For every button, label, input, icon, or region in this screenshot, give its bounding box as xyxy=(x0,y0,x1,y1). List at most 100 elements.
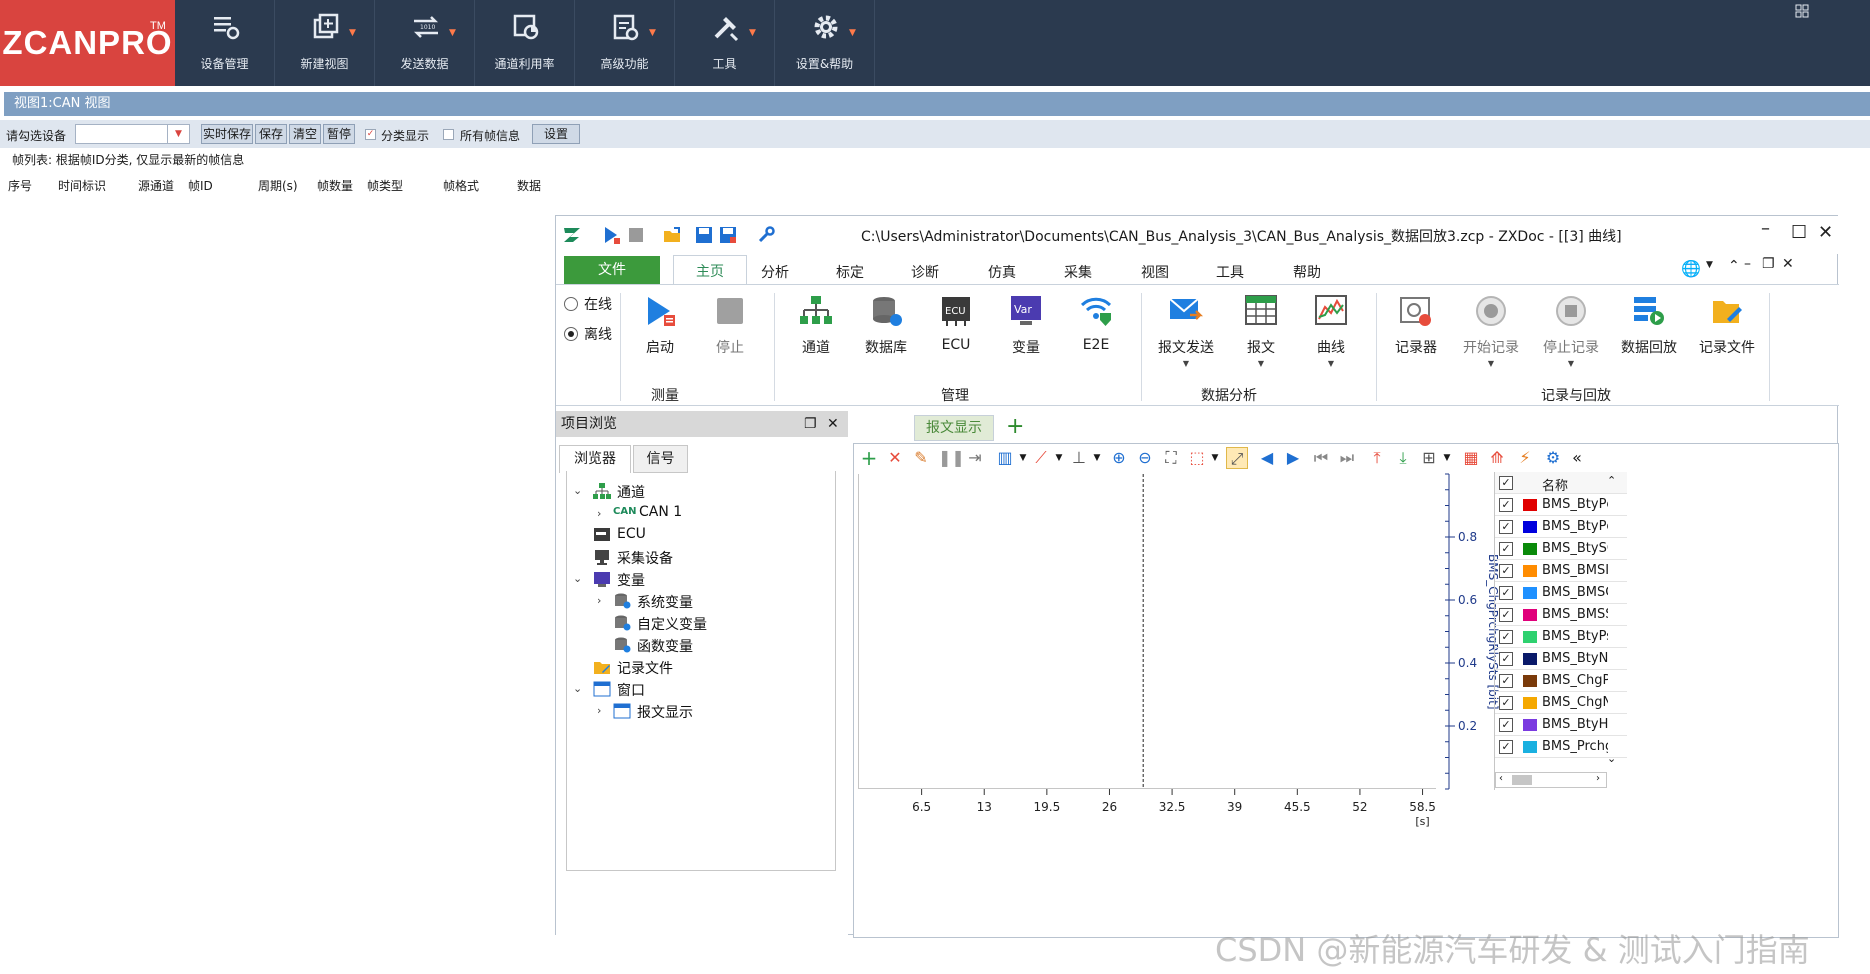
tab-calibration[interactable]: 标定 xyxy=(836,262,864,282)
scroll-thumb[interactable] xyxy=(1512,775,1532,785)
last-icon[interactable]: ⏭ xyxy=(1336,447,1358,469)
zoom-out-icon[interactable]: ⊖ xyxy=(1134,447,1156,469)
grid-icon[interactable]: ▦ xyxy=(1460,447,1482,469)
col-period[interactable]: 周期(s) xyxy=(258,177,298,194)
series-checkbox[interactable]: ✓ xyxy=(1499,718,1513,732)
scroll-down-icon[interactable]: ⌄ xyxy=(1607,752,1616,765)
legend-row[interactable]: ✓ BMS_BtyH xyxy=(1495,714,1627,736)
marker-down-icon[interactable]: ⤓ xyxy=(1392,447,1414,469)
stop-button[interactable]: 停止 xyxy=(700,293,760,357)
group-display-checkbox[interactable]: ✓ xyxy=(365,129,376,140)
new-view-button[interactable]: ▼ 新建视图 xyxy=(275,0,375,86)
scroll-right-icon[interactable]: › xyxy=(1596,773,1600,784)
stop-recording-button[interactable]: 停止记录 ▼ xyxy=(1536,293,1606,368)
tree-channel[interactable]: 通道 xyxy=(617,482,645,502)
chevron-down-icon[interactable]: ▼ xyxy=(1231,359,1291,368)
offline-radio[interactable] xyxy=(564,327,578,341)
legend-row[interactable]: ✓ BMS_ChgP xyxy=(1495,670,1627,692)
send-data-button[interactable]: 1010 ▼ 发送数据 xyxy=(375,0,475,86)
close-doc-icon[interactable]: ✕ xyxy=(1782,256,1794,272)
scroll-up-icon[interactable]: ⌃ xyxy=(1607,474,1616,487)
tree-variable[interactable]: 变量 xyxy=(617,570,645,590)
tab-acquisition[interactable]: 采集 xyxy=(1064,262,1092,282)
chevron-down-icon[interactable]: ▼ xyxy=(1086,447,1108,469)
float-window-icon[interactable]: ❐ xyxy=(804,411,817,437)
legend-row[interactable]: ✓ BMS_ChgN xyxy=(1495,692,1627,714)
can-view-tab[interactable]: 视图1:CAN 视图 xyxy=(4,92,1870,116)
wrench-icon[interactable] xyxy=(756,225,776,245)
e2e-button[interactable]: E2E xyxy=(1066,293,1126,353)
tab-diagnostics[interactable]: 诊断 xyxy=(911,262,939,282)
all-frames-checkbox[interactable] xyxy=(443,129,454,140)
tree-rec-file[interactable]: 记录文件 xyxy=(617,658,673,678)
clear-button[interactable]: 清空 xyxy=(289,124,321,144)
realtime-save-button[interactable]: 实时保存 xyxy=(201,124,253,144)
col-frame-id[interactable]: 帧ID xyxy=(188,177,213,194)
minimize-doc-icon[interactable]: – xyxy=(1744,256,1751,272)
minimize-icon[interactable]: – xyxy=(1761,218,1770,239)
tab-message-display[interactable]: 报文显示 xyxy=(914,415,994,441)
chevron-down-icon[interactable]: ▼ xyxy=(1204,447,1226,469)
chevron-right-icon[interactable]: › xyxy=(597,704,601,717)
delete-icon[interactable]: ✕ xyxy=(884,447,906,469)
next-icon[interactable]: ▶ xyxy=(1282,447,1304,469)
chevron-down-icon[interactable]: ⌄ xyxy=(573,682,582,695)
cursor-mode-icon[interactable]: ⤢ xyxy=(1226,447,1248,469)
close-icon[interactable]: ✕ xyxy=(1818,222,1833,243)
fit-icon[interactable]: ⛶ xyxy=(1160,447,1182,469)
message-send-button[interactable]: 报文发送 ▼ xyxy=(1151,293,1221,368)
start-recording-button[interactable]: 开始记录 ▼ xyxy=(1456,293,1526,368)
tree-msg-display[interactable]: 报文显示 xyxy=(637,702,693,722)
tools-button[interactable]: ▼ 工具 xyxy=(675,0,775,86)
first-icon[interactable]: ⏮ xyxy=(1310,447,1332,469)
device-select[interactable]: ▼ xyxy=(75,124,190,144)
globe-icon[interactable]: 🌐 xyxy=(1681,259,1701,278)
scroll-left-icon[interactable]: ‹ xyxy=(1499,773,1503,784)
series-checkbox[interactable]: ✓ xyxy=(1499,608,1513,622)
export-icon[interactable]: ⇥ xyxy=(964,447,986,469)
chevron-right-icon[interactable]: › xyxy=(597,507,601,520)
chevron-down-icon[interactable]: ▼ xyxy=(1048,447,1070,469)
variable-button[interactable]: Var 变量 xyxy=(996,293,1056,357)
layout-grid-icon[interactable] xyxy=(1795,4,1809,18)
col-frame-format[interactable]: 帧格式 xyxy=(443,177,479,194)
tab-view[interactable]: 视图 xyxy=(1141,262,1169,282)
legend-hscrollbar[interactable]: ‹ › xyxy=(1495,772,1607,788)
col-index[interactable]: 序号 xyxy=(8,177,32,194)
select-all-checkbox[interactable]: ✓ xyxy=(1499,476,1513,490)
tree-can1[interactable]: CAN 1 xyxy=(639,504,682,520)
recorder-button[interactable]: 记录器 xyxy=(1386,293,1446,357)
close-icon[interactable]: ✕ xyxy=(827,411,839,437)
tree-sys-var[interactable]: 系统变量 xyxy=(637,592,693,612)
tree-ecu[interactable]: ECU xyxy=(617,526,646,542)
series-checkbox[interactable]: ✓ xyxy=(1499,498,1513,512)
collapse-legend-icon[interactable]: « xyxy=(1566,447,1588,469)
marker-up-icon[interactable]: ⤒ xyxy=(1366,447,1388,469)
save-icon[interactable] xyxy=(694,225,714,245)
stop-icon[interactable] xyxy=(626,225,646,245)
tree-window[interactable]: 窗口 xyxy=(617,680,645,700)
add-signal-icon[interactable]: + xyxy=(858,447,880,469)
series-checkbox[interactable]: ✓ xyxy=(1499,564,1513,578)
legend-row[interactable]: ✓ BMS_BtyN xyxy=(1495,648,1627,670)
chevron-down-icon[interactable]: ▼ xyxy=(1151,359,1221,368)
tab-home[interactable]: 主页 xyxy=(673,255,747,287)
legend-row[interactable]: ✓ BMS_BtyPc xyxy=(1495,516,1627,538)
tab-signal[interactable]: 信号 xyxy=(633,445,688,473)
add-tab-icon[interactable]: + xyxy=(1006,414,1024,439)
pause-icon[interactable]: ❚❚ xyxy=(938,447,965,469)
legend-row[interactable]: ✓ BMS_BMSC xyxy=(1495,582,1627,604)
col-data[interactable]: 数据 xyxy=(517,177,541,194)
series-checkbox[interactable]: ✓ xyxy=(1499,630,1513,644)
clear-brush-icon[interactable]: ✎ xyxy=(910,447,932,469)
pause-button[interactable]: 暂停 xyxy=(323,124,355,144)
file-tab[interactable]: 文件 xyxy=(564,256,660,284)
legend-row[interactable]: ✓ BMS_BtyPs xyxy=(1495,626,1627,648)
tab-browser[interactable]: 浏览器 xyxy=(559,445,631,473)
col-timestamp[interactable]: 时间标识 xyxy=(58,177,106,194)
legend-row[interactable]: ✓ BMS_BMSS xyxy=(1495,604,1627,626)
settings-help-button[interactable]: ▼ 设置&帮助 xyxy=(775,0,875,86)
chevron-down-icon[interactable]: ▼ xyxy=(167,125,189,143)
chevron-down-icon[interactable]: ⌄ xyxy=(573,484,582,497)
tree-func-var[interactable]: 函数变量 xyxy=(637,636,693,656)
